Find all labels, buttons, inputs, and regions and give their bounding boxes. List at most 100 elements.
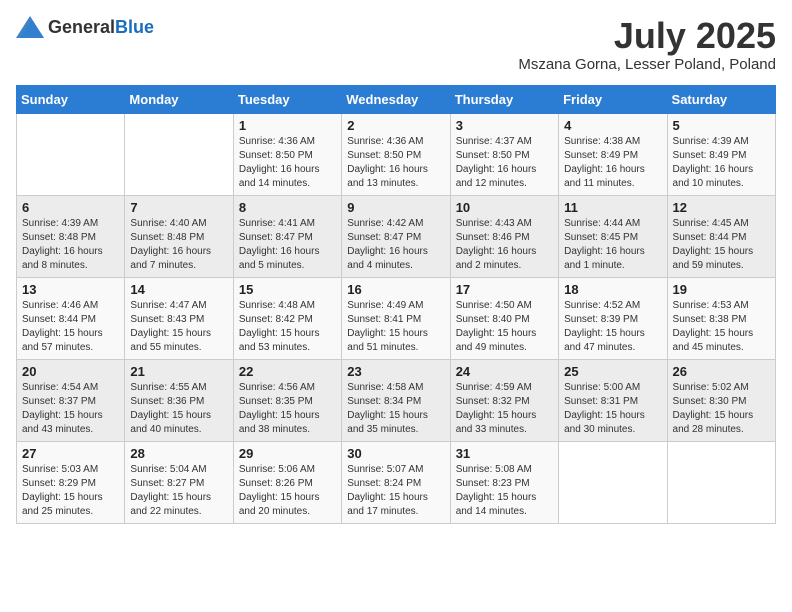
calendar-cell: 20Sunrise: 4:54 AMSunset: 8:37 PMDayligh… bbox=[17, 359, 125, 441]
calendar-cell: 9 Sunrise: 4:42 AMSunset: 8:47 PMDaylight… bbox=[342, 195, 450, 277]
day-info: Sunrise: 5:07 AMSunset: 8:24 PMDaylight:… bbox=[347, 463, 444, 519]
calendar-cell: 30Sunrise: 5:07 AMSunset: 8:24 PMDayligh… bbox=[342, 441, 450, 523]
calendar-cell bbox=[667, 441, 775, 523]
logo-general: General bbox=[48, 17, 115, 37]
week-row-1: 1 Sunrise: 4:36 AMSunset: 8:50 PMDaylight… bbox=[17, 113, 776, 195]
day-info: Sunrise: 4:36 AMSunset: 8:50 PMDaylight:… bbox=[239, 135, 336, 191]
week-row-2: 6 Sunrise: 4:39 AMSunset: 8:48 PMDaylight… bbox=[17, 195, 776, 277]
day-info: Sunrise: 5:00 AMSunset: 8:31 PMDaylight:… bbox=[564, 381, 661, 437]
calendar-cell: 22 Sunrise: 4:56 AMSunset: 8:35 PMDayligh… bbox=[233, 359, 341, 441]
day-info: Sunrise: 5:08 AMSunset: 8:23 PMDaylight:… bbox=[456, 463, 553, 519]
day-info: Sunrise: 4:59 AMSunset: 8:32 PMDaylight:… bbox=[456, 381, 553, 437]
day-number: 25 bbox=[564, 364, 661, 379]
day-number: 11 bbox=[564, 200, 661, 215]
day-info: Sunrise: 4:40 AMSunset: 8:48 PMDaylight:… bbox=[130, 217, 227, 273]
day-number: 3 bbox=[456, 118, 553, 133]
month-title: July 2025 bbox=[518, 16, 776, 56]
calendar-table: SundayMondayTuesdayWednesdayThursdayFrid… bbox=[16, 85, 776, 524]
day-info: Sunrise: 4:48 AMSunset: 8:42 PMDaylight:… bbox=[239, 299, 336, 355]
day-info: Sunrise: 4:55 AMSunset: 8:36 PMDaylight:… bbox=[130, 381, 227, 437]
week-row-4: 20Sunrise: 4:54 AMSunset: 8:37 PMDayligh… bbox=[17, 359, 776, 441]
calendar-cell: 28 Sunrise: 5:04 AMSunset: 8:27 PMDayligh… bbox=[125, 441, 233, 523]
day-number: 29 bbox=[239, 446, 336, 461]
header-wednesday: Wednesday bbox=[342, 85, 450, 113]
header-thursday: Thursday bbox=[450, 85, 558, 113]
calendar-cell: 7 Sunrise: 4:40 AMSunset: 8:48 PMDaylight… bbox=[125, 195, 233, 277]
day-info: Sunrise: 5:02 AMSunset: 8:30 PMDaylight:… bbox=[673, 381, 770, 437]
day-info: Sunrise: 4:36 AMSunset: 8:50 PMDaylight:… bbox=[347, 135, 444, 191]
day-number: 7 bbox=[130, 200, 227, 215]
day-info: Sunrise: 4:45 AMSunset: 8:44 PMDaylight:… bbox=[673, 217, 770, 273]
calendar-cell: 21Sunrise: 4:55 AMSunset: 8:36 PMDayligh… bbox=[125, 359, 233, 441]
logo-icon bbox=[16, 16, 44, 38]
logo-text: GeneralBlue bbox=[48, 17, 154, 38]
day-number: 16 bbox=[347, 282, 444, 297]
calendar-cell: 26 Sunrise: 5:02 AMSunset: 8:30 PMDayligh… bbox=[667, 359, 775, 441]
calendar-cell: 11Sunrise: 4:44 AMSunset: 8:45 PMDayligh… bbox=[559, 195, 667, 277]
day-info: Sunrise: 4:46 AMSunset: 8:44 PMDaylight:… bbox=[22, 299, 119, 355]
day-info: Sunrise: 4:39 AMSunset: 8:48 PMDaylight:… bbox=[22, 217, 119, 273]
calendar-cell bbox=[559, 441, 667, 523]
day-info: Sunrise: 4:50 AMSunset: 8:40 PMDaylight:… bbox=[456, 299, 553, 355]
calendar-cell: 17Sunrise: 4:50 AMSunset: 8:40 PMDayligh… bbox=[450, 277, 558, 359]
header-sunday: Sunday bbox=[17, 85, 125, 113]
calendar-cell: 10 Sunrise: 4:43 AMSunset: 8:46 PMDayligh… bbox=[450, 195, 558, 277]
day-info: Sunrise: 4:49 AMSunset: 8:41 PMDaylight:… bbox=[347, 299, 444, 355]
day-number: 1 bbox=[239, 118, 336, 133]
calendar-cell: 1 Sunrise: 4:36 AMSunset: 8:50 PMDaylight… bbox=[233, 113, 341, 195]
header-friday: Friday bbox=[559, 85, 667, 113]
week-row-3: 13 Sunrise: 4:46 AMSunset: 8:44 PMDayligh… bbox=[17, 277, 776, 359]
day-info: Sunrise: 5:06 AMSunset: 8:26 PMDaylight:… bbox=[239, 463, 336, 519]
day-info: Sunrise: 4:58 AMSunset: 8:34 PMDaylight:… bbox=[347, 381, 444, 437]
logo-blue: Blue bbox=[115, 17, 154, 37]
day-info: Sunrise: 4:47 AMSunset: 8:43 PMDaylight:… bbox=[130, 299, 227, 355]
day-number: 18 bbox=[564, 282, 661, 297]
header-saturday: Saturday bbox=[667, 85, 775, 113]
calendar-cell: 13 Sunrise: 4:46 AMSunset: 8:44 PMDayligh… bbox=[17, 277, 125, 359]
calendar-cell: 25 Sunrise: 5:00 AMSunset: 8:31 PMDayligh… bbox=[559, 359, 667, 441]
calendar-header-row: SundayMondayTuesdayWednesdayThursdayFrid… bbox=[17, 85, 776, 113]
day-number: 2 bbox=[347, 118, 444, 133]
day-number: 28 bbox=[130, 446, 227, 461]
day-info: Sunrise: 4:52 AMSunset: 8:39 PMDaylight:… bbox=[564, 299, 661, 355]
day-info: Sunrise: 4:38 AMSunset: 8:49 PMDaylight:… bbox=[564, 135, 661, 191]
calendar-cell: 6 Sunrise: 4:39 AMSunset: 8:48 PMDaylight… bbox=[17, 195, 125, 277]
day-info: Sunrise: 4:56 AMSunset: 8:35 PMDaylight:… bbox=[239, 381, 336, 437]
calendar-cell: 2 Sunrise: 4:36 AMSunset: 8:50 PMDaylight… bbox=[342, 113, 450, 195]
calendar-cell: 16 Sunrise: 4:49 AMSunset: 8:41 PMDayligh… bbox=[342, 277, 450, 359]
calendar-cell: 8Sunrise: 4:41 AMSunset: 8:47 PMDaylight… bbox=[233, 195, 341, 277]
calendar-cell: 5 Sunrise: 4:39 AMSunset: 8:49 PMDaylight… bbox=[667, 113, 775, 195]
week-row-5: 27 Sunrise: 5:03 AMSunset: 8:29 PMDayligh… bbox=[17, 441, 776, 523]
day-info: Sunrise: 4:43 AMSunset: 8:46 PMDaylight:… bbox=[456, 217, 553, 273]
day-number: 23 bbox=[347, 364, 444, 379]
day-number: 22 bbox=[239, 364, 336, 379]
day-info: Sunrise: 4:39 AMSunset: 8:49 PMDaylight:… bbox=[673, 135, 770, 191]
page-header: GeneralBlue July 2025 Mszana Gorna, Less… bbox=[16, 16, 776, 73]
day-info: Sunrise: 4:53 AMSunset: 8:38 PMDaylight:… bbox=[673, 299, 770, 355]
day-info: Sunrise: 5:03 AMSunset: 8:29 PMDaylight:… bbox=[22, 463, 119, 519]
day-number: 10 bbox=[456, 200, 553, 215]
calendar-cell: 12 Sunrise: 4:45 AMSunset: 8:44 PMDayligh… bbox=[667, 195, 775, 277]
logo: GeneralBlue bbox=[16, 16, 154, 38]
calendar-cell: 24 Sunrise: 4:59 AMSunset: 8:32 PMDayligh… bbox=[450, 359, 558, 441]
day-number: 9 bbox=[347, 200, 444, 215]
calendar-cell: 14 Sunrise: 4:47 AMSunset: 8:43 PMDayligh… bbox=[125, 277, 233, 359]
day-info: Sunrise: 4:42 AMSunset: 8:47 PMDaylight:… bbox=[347, 217, 444, 273]
day-number: 6 bbox=[22, 200, 119, 215]
day-number: 19 bbox=[673, 282, 770, 297]
day-number: 13 bbox=[22, 282, 119, 297]
calendar-cell: 27 Sunrise: 5:03 AMSunset: 8:29 PMDayligh… bbox=[17, 441, 125, 523]
day-number: 14 bbox=[130, 282, 227, 297]
day-number: 4 bbox=[564, 118, 661, 133]
day-number: 20 bbox=[22, 364, 119, 379]
title-section: July 2025 Mszana Gorna, Lesser Poland, P… bbox=[518, 16, 776, 73]
day-number: 27 bbox=[22, 446, 119, 461]
header-monday: Monday bbox=[125, 85, 233, 113]
calendar-cell: 29 Sunrise: 5:06 AMSunset: 8:26 PMDayligh… bbox=[233, 441, 341, 523]
day-number: 26 bbox=[673, 364, 770, 379]
day-number: 5 bbox=[673, 118, 770, 133]
day-number: 31 bbox=[456, 446, 553, 461]
day-number: 24 bbox=[456, 364, 553, 379]
day-info: Sunrise: 5:04 AMSunset: 8:27 PMDaylight:… bbox=[130, 463, 227, 519]
day-number: 12 bbox=[673, 200, 770, 215]
